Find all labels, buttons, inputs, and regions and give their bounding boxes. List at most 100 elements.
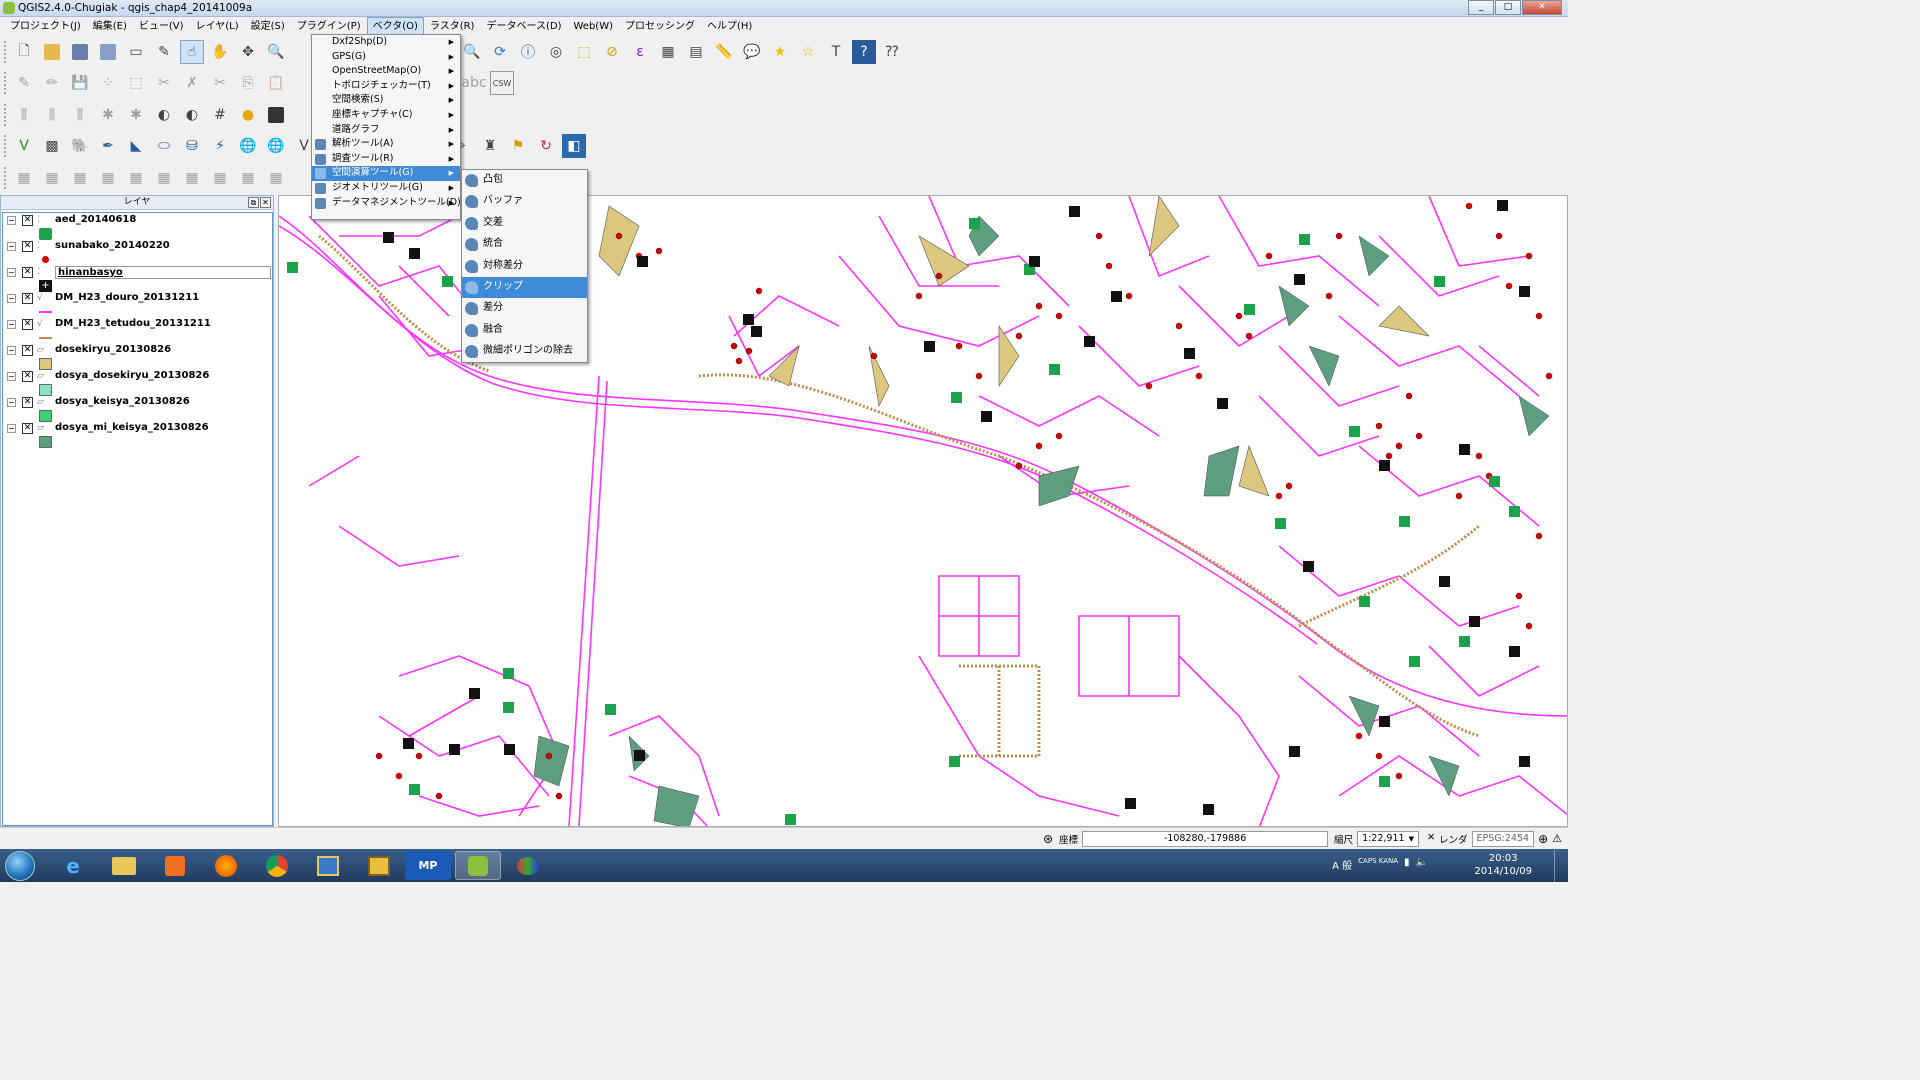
toolbar-grip[interactable]	[4, 72, 8, 94]
menu-help[interactable]: ヘルプ(H)	[701, 17, 758, 36]
help-icon[interactable]: ?	[852, 40, 876, 64]
scale-combobox[interactable]: 1:22,911 ▼	[1357, 830, 1420, 847]
show-bookmarks-icon[interactable]: ☆	[796, 40, 820, 64]
new-bookmark-icon[interactable]: ★	[768, 40, 792, 64]
add-wfs-layer-icon[interactable]: 🌐	[264, 134, 288, 158]
add-db2-layer-icon[interactable]: ⛁	[180, 134, 204, 158]
digitize-icon-7[interactable]: ◐	[180, 103, 204, 127]
add-oracle-layer-icon[interactable]: ⬭	[152, 134, 176, 158]
coordinate-field[interactable]: -108280,-179886	[1082, 830, 1329, 847]
cut-icon[interactable]: ✂	[208, 71, 232, 95]
label-icon[interactable]: abc	[461, 71, 486, 95]
menu-project[interactable]: プロジェクト(J)	[4, 17, 87, 36]
layer-visibility-checkbox[interactable]: ✕	[22, 215, 33, 226]
firefox-icon[interactable]	[203, 851, 249, 880]
db-tool-icon-10[interactable]: ▦	[264, 166, 288, 190]
add-spatialite-layer-icon[interactable]: ✒	[96, 134, 120, 158]
menu-item-union[interactable]: 統合	[462, 234, 587, 255]
add-vector-layer-icon[interactable]: V	[12, 134, 36, 158]
collapse-icon[interactable]: −	[7, 398, 16, 407]
db-tool-icon-7[interactable]: ▦	[180, 166, 204, 190]
deselect-icon[interactable]: ⊘	[600, 40, 624, 64]
digitize-icon-6[interactable]: ◐	[152, 103, 176, 127]
app-6-icon[interactable]	[305, 851, 351, 880]
chrome-icon[interactable]	[254, 851, 300, 880]
close-button[interactable]: ✕	[1522, 0, 1562, 15]
db-tool-icon-8[interactable]: ▦	[208, 166, 232, 190]
rotate-label-icon[interactable]: ↻	[534, 134, 558, 158]
add-mssql-layer-icon[interactable]: ◣	[124, 134, 148, 158]
menu-item-convex-hull[interactable]: 凸包	[462, 170, 587, 191]
layer-visibility-checkbox[interactable]: ✕	[22, 241, 33, 252]
network-icon[interactable]: ▮	[1404, 857, 1410, 872]
menu-item-geometry-tools[interactable]: ジオメトリツール(G) ▶	[312, 181, 460, 196]
digitize-icon-4[interactable]: ✱	[96, 103, 120, 127]
collapse-icon[interactable]: −	[7, 242, 16, 251]
db-tool-icon-3[interactable]: ▦	[68, 166, 92, 190]
toolbar-grip[interactable]	[4, 135, 8, 157]
menu-item-data-management-tools[interactable]: データマネジメントツール(D) ▶	[312, 196, 461, 211]
crs-status-button[interactable]: EPSG:2454	[1471, 830, 1535, 847]
menu-item-eliminate-sliver-polygons[interactable]: 微細ポリゴンの除去	[462, 341, 587, 362]
menu-item-spatial-query[interactable]: 空間検索(S) ▶	[312, 93, 460, 108]
zoom-in-icon[interactable]: 🔍	[264, 40, 288, 64]
start-button-icon[interactable]	[5, 851, 35, 881]
paint-icon[interactable]	[505, 851, 551, 880]
text-annotation-icon[interactable]: T	[824, 40, 848, 64]
pan-to-selection-icon[interactable]: ✥	[236, 40, 260, 64]
menu-settings[interactable]: 設定(S)	[245, 17, 291, 36]
collapse-icon[interactable]: −	[7, 294, 16, 303]
db-tool-icon-2[interactable]: ▦	[40, 166, 64, 190]
collapse-icon[interactable]: −	[7, 268, 16, 277]
save-as-icon[interactable]	[96, 40, 120, 64]
zoom-last-icon[interactable]: 🔍	[460, 40, 484, 64]
menu-item-research-tools[interactable]: 調査ツール(R) ▶	[312, 152, 460, 167]
toolbar-grip[interactable]	[4, 167, 8, 189]
coordinate-toggle-icon[interactable]: ⊛	[1043, 832, 1053, 846]
collapse-icon[interactable]: −	[7, 320, 16, 329]
menu-item-road-graph[interactable]: 道路グラフ ▶	[312, 123, 460, 138]
menu-item-analysis-tools[interactable]: 解析ツール(A) ▶	[312, 137, 460, 152]
dark-icon[interactable]	[264, 103, 288, 127]
layer-visibility-checkbox[interactable]: ✕	[22, 319, 33, 330]
menu-item-geoprocessing-tools[interactable]: 空間演算ツール(G) ▶	[312, 166, 460, 181]
open-project-icon[interactable]	[40, 40, 64, 64]
layer-name[interactable]: hinanbasyo	[55, 266, 271, 279]
layer-item[interactable]: − ✕ ▱ dosya_dosekiryu_20130826	[7, 370, 272, 397]
layer-visibility-checkbox[interactable]: ✕	[22, 345, 33, 356]
db-tool-icon-4[interactable]: ▦	[96, 166, 120, 190]
menu-item-dissolve[interactable]: 融合	[462, 320, 587, 341]
ime-indicator[interactable]: A 般	[1332, 857, 1352, 872]
add-wms-layer-icon[interactable]: 🌐	[236, 134, 260, 158]
menu-item-symmetrical-difference[interactable]: 対称差分	[462, 256, 587, 277]
toolbar-grip[interactable]	[4, 41, 8, 63]
menu-edit[interactable]: 編集(E)	[87, 17, 133, 36]
crs-globe-icon[interactable]: ⊕	[1538, 832, 1548, 846]
layer-visibility-checkbox[interactable]: ✕	[22, 267, 33, 278]
db-tool-icon-1[interactable]: ▦	[12, 166, 36, 190]
layer-visibility-checkbox[interactable]: ✕	[22, 293, 33, 304]
composer-manager-icon[interactable]: ✎	[152, 40, 176, 64]
minimize-button[interactable]: _	[1468, 0, 1494, 15]
layer-item[interactable]: − ✕ √ DM_H23_douro_20131211	[7, 292, 272, 319]
volume-icon[interactable]: 🔈	[1416, 857, 1428, 872]
messages-warning-icon[interactable]: ⚠	[1552, 832, 1562, 845]
layer-visibility-checkbox[interactable]: ✕	[22, 423, 33, 434]
collapse-icon[interactable]: −	[7, 424, 16, 433]
app-7-icon[interactable]	[356, 851, 402, 880]
collapse-icon[interactable]: −	[7, 372, 16, 381]
db-tool-icon-5[interactable]: ▦	[124, 166, 148, 190]
menu-view[interactable]: ビュー(V)	[133, 17, 190, 36]
menu-database[interactable]: データベース(D)	[480, 17, 567, 36]
undock-icon[interactable]: ⧉	[248, 197, 259, 208]
move-feature-icon[interactable]: ⬚	[124, 71, 148, 95]
grid-icon[interactable]: #	[208, 103, 232, 127]
render-checkbox[interactable]: ✕	[1423, 831, 1439, 847]
maximize-button[interactable]: □	[1495, 0, 1521, 15]
close-panel-icon[interactable]: ✕	[260, 197, 271, 208]
copy-icon[interactable]: ⎘	[236, 71, 260, 95]
node-tool-icon[interactable]: ✂	[152, 71, 176, 95]
db-tool-icon-6[interactable]: ▦	[152, 166, 176, 190]
select-by-area-icon[interactable]: ⬚	[572, 40, 596, 64]
field-calculator-icon[interactable]: ▤	[684, 40, 708, 64]
